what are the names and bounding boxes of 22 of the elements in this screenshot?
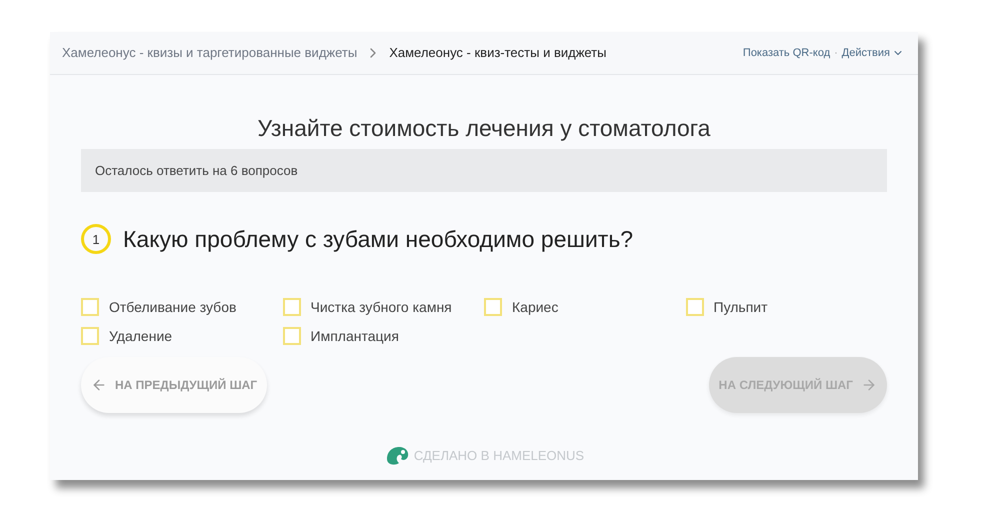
option-label: Имплантация: [310, 326, 399, 346]
option-label: Пульпит: [714, 298, 768, 317]
previous-step-button[interactable]: НА ПРЕДЫДУЩИЙ ШАГ: [81, 356, 268, 412]
checkbox[interactable]: [282, 327, 300, 345]
question-text: Какую проблему с зубами необходимо решить?: [123, 225, 634, 254]
question-number: 1: [81, 224, 111, 254]
show-qr-link[interactable]: Показать QR-код: [742, 44, 830, 62]
checkbox[interactable]: [686, 298, 704, 316]
checkbox[interactable]: [81, 298, 99, 316]
option-label: Удаление: [109, 326, 172, 346]
quiz-title: Узнайте стоимость лечения у стоматолога: [256, 114, 712, 143]
checkbox[interactable]: [282, 298, 300, 316]
option-label: Отбеливание зубов: [109, 298, 236, 317]
breadcrumb-link[interactable]: Хамелеонус - квизы и таргетированные виджеты: [62, 43, 358, 63]
option-label: Кариес: [512, 298, 558, 317]
checkbox[interactable]: [81, 327, 99, 345]
actions-menu-button[interactable]: Действия: [842, 44, 904, 62]
option-label: Чистка зубного камня: [310, 298, 452, 317]
breadcrumb-link[interactable]: Хамелеонус - квиз-тесты и виджеты: [389, 43, 606, 63]
separator-dot: ·: [834, 46, 838, 61]
progress-text: Осталось ответить на 6 вопросов: [95, 162, 298, 180]
checkbox[interactable]: [484, 298, 502, 316]
